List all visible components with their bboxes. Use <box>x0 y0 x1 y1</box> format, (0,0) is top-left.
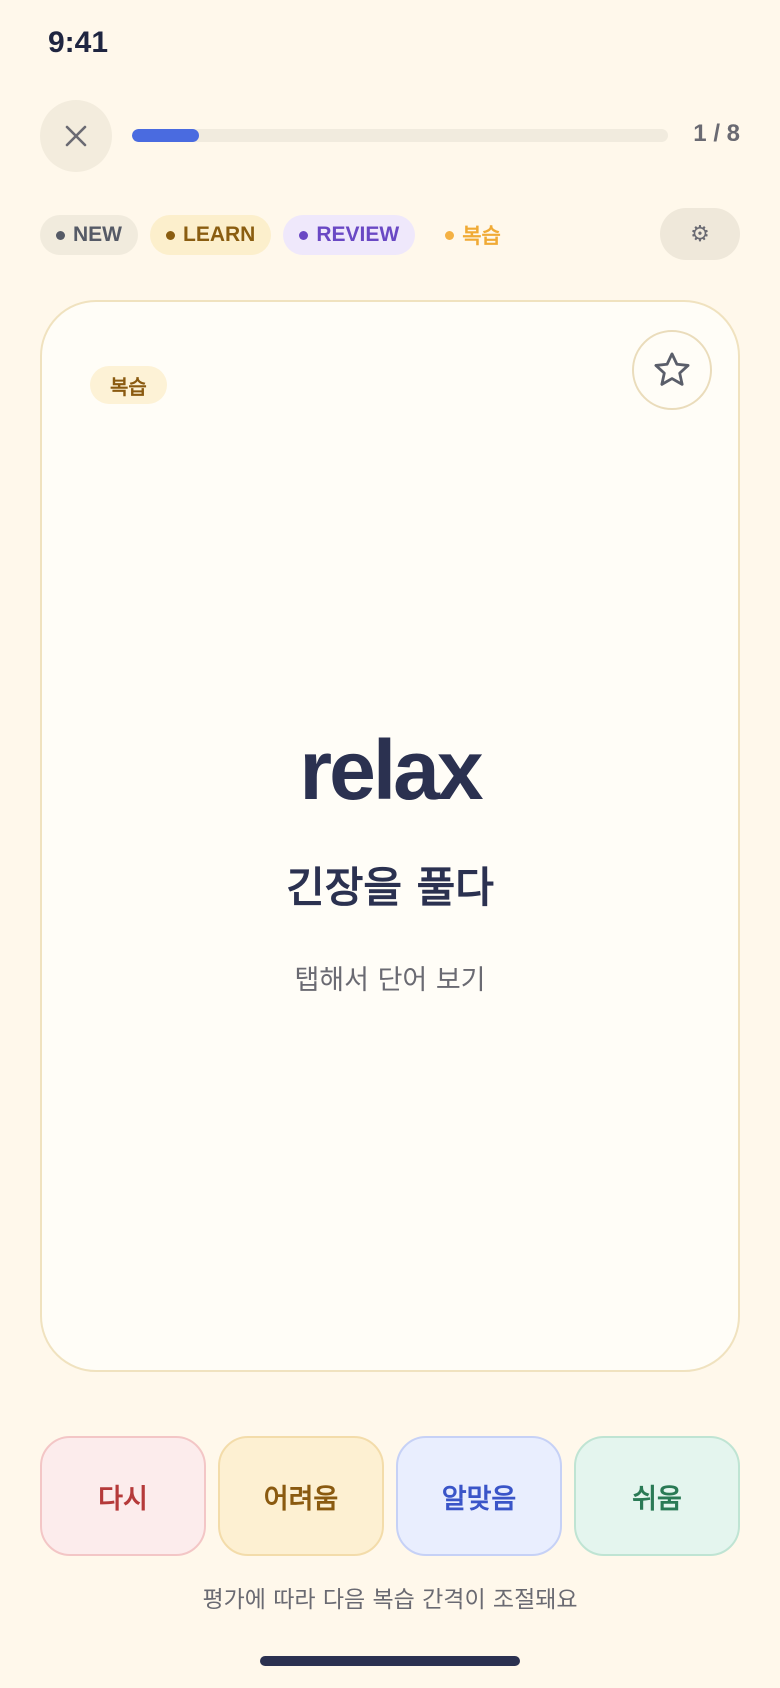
star-icon <box>654 352 690 386</box>
filter-chip-new[interactable]: NEW <box>40 215 138 255</box>
close-icon <box>65 125 87 147</box>
filter-chip-label: NEW <box>73 223 122 246</box>
settings-button[interactable]: ⚙ <box>660 208 740 260</box>
filter-chip-relearn[interactable]: 복습 <box>427 215 517 255</box>
rate-easy-button[interactable]: 쉬움 <box>574 1436 740 1556</box>
filter-chip-learn[interactable]: LEARN <box>150 215 272 255</box>
card-hint: 탭해서 단어 보기 <box>294 965 486 996</box>
dot-icon <box>56 230 65 240</box>
rate-good-button[interactable]: 알맞음 <box>396 1436 562 1556</box>
card-meaning: 긴장을 풀다 <box>286 863 494 912</box>
filter-chip-label: REVIEW <box>316 223 400 246</box>
deck-filter-chips: NEW LEARN REVIEW 복습 <box>40 215 517 255</box>
gear-icon: ⚙ <box>690 221 710 247</box>
status-time: 9:41 <box>48 26 109 59</box>
rating-buttons: 다시 어려움 알맞음 쉬움 <box>40 1436 740 1556</box>
rate-again-button[interactable]: 다시 <box>40 1436 206 1556</box>
progress-fill <box>132 129 199 142</box>
rate-hard-button[interactable]: 어려움 <box>218 1436 384 1556</box>
footer-note: 평가에 따라 다음 복습 간격이 조절돼요 <box>202 1587 578 1613</box>
progress-count: 1 / 8 <box>693 120 740 147</box>
flashcard-screen: 9:41 1 / 8 NEW LEARN REVIEW 복습 ⚙ 복습 rela… <box>0 0 780 1688</box>
dot-icon <box>445 230 455 240</box>
filter-chip-review[interactable]: REVIEW <box>283 215 416 255</box>
dot-icon <box>166 230 175 240</box>
progress-bar <box>132 129 668 142</box>
filter-chip-label: LEARN <box>183 223 256 246</box>
dot-icon <box>299 230 309 240</box>
card-state-badge: 복습 <box>90 366 167 404</box>
filter-chip-label: 복습 <box>462 225 501 248</box>
favorite-button[interactable] <box>632 330 712 410</box>
close-button[interactable] <box>40 100 112 172</box>
card-word: relax <box>299 723 483 817</box>
home-indicator <box>260 1656 520 1666</box>
flashcard[interactable]: 복습 relax 긴장을 풀다 탭해서 단어 보기 <box>40 300 740 1372</box>
